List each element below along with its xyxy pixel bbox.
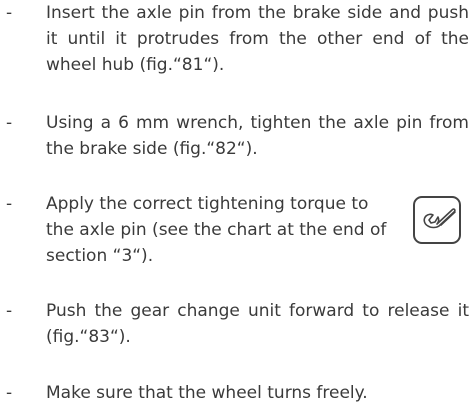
instruction-text: Insert the axle pin from the brake side … [46, 3, 469, 75]
instruction-text: Using a 6 mm wrench, tighten the axle pi… [46, 113, 469, 159]
list-bullet: - [6, 383, 13, 403]
instruction-text: Push the gear change unit forward to rel… [46, 301, 469, 347]
torque-wrench-icon [412, 195, 462, 245]
instruction-text: Apply the correct tightening torque to t… [46, 194, 387, 266]
list-bullet: - [6, 301, 13, 321]
list-bullet: - [6, 3, 13, 23]
list-bullet: - [6, 113, 13, 133]
list-bullet: - [6, 194, 13, 214]
instruction-text: Make sure that the wheel turns freely. [46, 383, 368, 403]
